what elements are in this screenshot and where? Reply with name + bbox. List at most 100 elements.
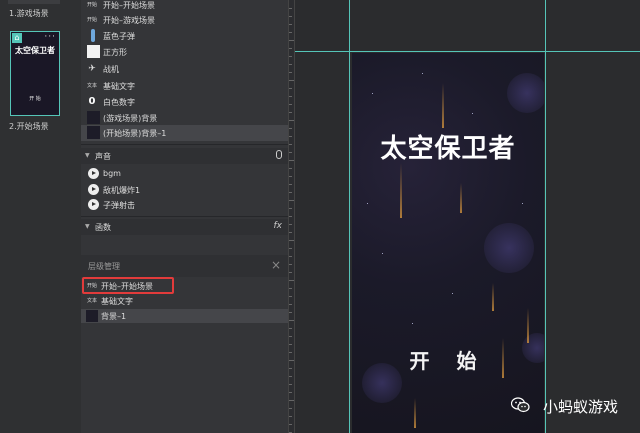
asset-label: 战机 xyxy=(103,65,119,74)
ruler-tick xyxy=(289,272,292,273)
scene-label-1[interactable]: 1.游戏场景 xyxy=(9,8,49,19)
hierarchy-header: 层级管理 × xyxy=(81,255,288,277)
asset-label: (游戏场景)背景 xyxy=(103,114,158,123)
ruler-tick xyxy=(289,352,292,353)
ruler-tick xyxy=(289,16,292,17)
ruler-tick xyxy=(289,176,292,177)
sound-row[interactable]: 子弹射击 xyxy=(81,197,288,213)
asset-label: 基础文字 xyxy=(103,82,135,91)
more-icon[interactable]: ··· xyxy=(44,32,56,42)
text-icon: 文本 xyxy=(87,83,98,89)
function-icon[interactable]: fx xyxy=(274,221,283,231)
function-section-header[interactable]: ▼ 函数 fx xyxy=(81,219,288,235)
scene-icon: 开始 xyxy=(87,17,98,23)
ruler-tick xyxy=(289,24,292,25)
asset-label: (开始场景)背景–1 xyxy=(103,129,167,138)
asset-row[interactable]: 蓝色子弹 xyxy=(81,28,288,44)
ruler-tick xyxy=(289,344,292,345)
digit-icon: 0 xyxy=(88,96,96,107)
scene-thumb-1-edge[interactable] xyxy=(8,0,60,4)
ruler-tick xyxy=(289,136,292,137)
ruler-tick xyxy=(289,192,292,193)
star xyxy=(472,113,473,114)
ruler-tick xyxy=(289,376,292,377)
ruler-tick xyxy=(289,112,292,113)
play-icon[interactable] xyxy=(88,199,99,210)
meteor-streak xyxy=(492,283,494,311)
scene-thumb-2[interactable]: ⌂ ··· 太空保卫者 开 始 xyxy=(10,31,60,116)
ruler-tick xyxy=(289,72,292,73)
game-title: 太空保卫者 xyxy=(380,134,516,164)
vertical-ruler xyxy=(288,0,295,433)
divider xyxy=(81,144,288,145)
ruler-tick xyxy=(289,56,292,57)
ruler-tick xyxy=(289,264,292,265)
asset-row[interactable]: ✈ 战机 xyxy=(81,61,288,77)
ruler-tick xyxy=(289,200,294,201)
bullet-icon xyxy=(91,29,95,42)
ruler-tick xyxy=(289,144,292,145)
ruler-tick xyxy=(289,360,294,361)
ruler-tick xyxy=(289,328,292,329)
home-icon: ⌂ xyxy=(12,33,22,43)
ruler-tick xyxy=(289,384,292,385)
ruler-tick xyxy=(289,312,292,313)
ruler-tick xyxy=(289,240,294,241)
ruler-tick xyxy=(289,416,292,417)
asset-label: 开始–游戏场景 xyxy=(103,16,155,25)
asset-row[interactable]: 正方形 xyxy=(81,44,288,60)
asset-row[interactable]: (游戏场景)背景 xyxy=(81,110,288,126)
guide-line xyxy=(349,0,350,433)
sound-section-header[interactable]: ▼ 声音 xyxy=(81,148,288,164)
ruler-tick xyxy=(289,408,292,409)
hierarchy-row[interactable]: 文本 基础文字 xyxy=(81,294,288,308)
section-title: 声音 xyxy=(95,152,111,161)
text-icon: 文本 xyxy=(87,298,98,304)
sound-label: 敌机爆炸1 xyxy=(103,186,141,195)
image-icon xyxy=(86,310,98,322)
microphone-icon[interactable] xyxy=(276,150,282,159)
hierarchy-label: 背景–1 xyxy=(101,312,127,321)
asset-row[interactable]: 0 白色数字 xyxy=(81,94,288,110)
ruler-tick xyxy=(289,424,292,425)
star xyxy=(382,253,383,254)
sound-row[interactable]: 敌机爆炸1 xyxy=(81,182,288,198)
image-icon xyxy=(87,126,100,139)
star xyxy=(522,203,523,204)
ruler-tick xyxy=(289,80,294,81)
ruler-tick xyxy=(289,368,292,369)
meteor-streak xyxy=(442,83,444,128)
star xyxy=(422,73,423,74)
ruler-tick xyxy=(289,288,292,289)
asset-row[interactable]: 文本 基础文字 xyxy=(81,78,288,94)
ruler-tick xyxy=(289,280,294,281)
hierarchy-title: 层级管理 xyxy=(88,262,120,271)
watermark: 小蚂蚁游戏 xyxy=(542,398,618,416)
meteor-streak xyxy=(400,163,402,218)
asset-label: 正方形 xyxy=(103,48,127,57)
collapse-icon: ▼ xyxy=(85,152,90,159)
guide-line xyxy=(545,0,546,433)
ruler-tick xyxy=(289,128,292,129)
play-icon[interactable] xyxy=(88,184,99,195)
start-button[interactable]: 开 始 xyxy=(352,345,544,374)
game-preview[interactable]: 太空保卫者 开 始 xyxy=(352,53,544,433)
asset-panel: 开始 开始–开始场景 开始 开始–游戏场景 蓝色子弹 正方形 ✈ 战机 文本 基… xyxy=(81,0,288,433)
star xyxy=(372,93,373,94)
hierarchy-row[interactable]: 背景–1 xyxy=(81,309,288,323)
ruler-tick xyxy=(289,96,292,97)
ruler-tick xyxy=(289,104,292,105)
ruler-tick xyxy=(289,248,292,249)
hierarchy-label: 基础文字 xyxy=(101,297,133,306)
ruler-tick xyxy=(289,168,292,169)
play-icon[interactable] xyxy=(88,168,99,179)
asset-row[interactable]: (开始场景)背景–1 xyxy=(81,125,288,141)
close-icon[interactable]: × xyxy=(271,258,281,272)
ruler-tick xyxy=(289,40,294,41)
asset-row[interactable]: 开始 开始–游戏场景 xyxy=(81,12,288,28)
ruler-tick xyxy=(289,256,292,257)
meteor-streak xyxy=(414,398,416,428)
sound-row[interactable]: bgm xyxy=(81,166,288,182)
thumb-title: 太空保卫者 xyxy=(15,46,55,55)
scene-label-2[interactable]: 2.开始场景 xyxy=(9,121,49,132)
